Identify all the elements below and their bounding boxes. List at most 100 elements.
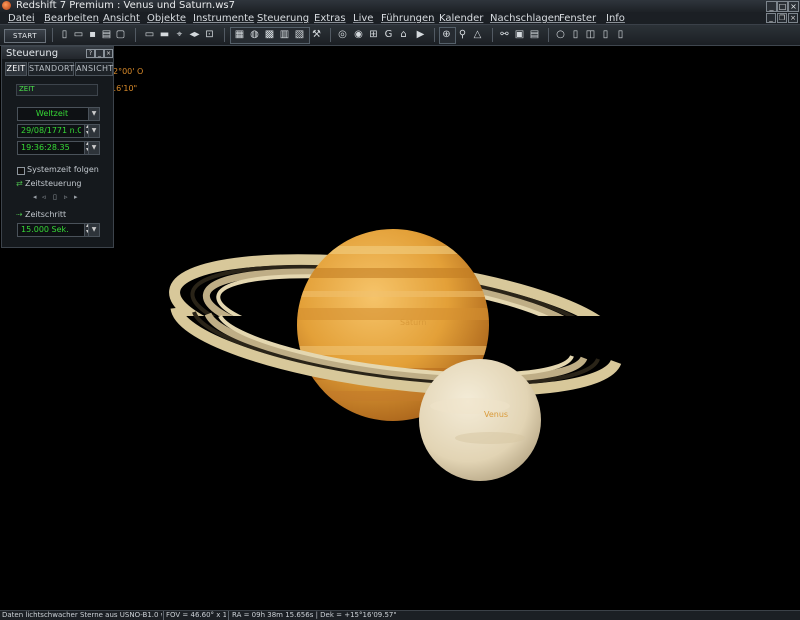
view2-icon[interactable]: ◍ [248,28,261,41]
toolbar-separator [330,28,331,42]
export-icon[interactable]: ▢ [114,28,127,41]
constellation-icon[interactable]: △ [471,28,484,41]
time-control-icon: ⇄ [16,179,23,188]
coordinate-text-2: 16'10" [111,84,138,93]
view5-icon[interactable]: ▧ [293,28,306,41]
step-back-icon[interactable]: ◃ [42,193,48,201]
time-mode-chip[interactable]: ZEIT [16,84,98,96]
menu-objekte[interactable]: Objekte [147,13,186,24]
coordinate-text-1: 2°00' O [113,67,144,76]
close-button[interactable]: × [788,1,799,12]
pause-icon[interactable]: ▯ [53,193,59,201]
fit-icon[interactable]: ⌖ [173,28,186,41]
new-file-icon[interactable]: ▯ [58,28,71,41]
menu-fenster[interactable]: Fenster [559,13,596,24]
time-value: 19:36:28.35 [21,143,70,152]
menu-info[interactable]: Info [606,13,625,24]
tab-ansicht[interactable]: ANSICHT [75,62,113,76]
circle-icon[interactable]: ○ [554,28,567,41]
menu-datei[interactable]: Datei [8,13,35,24]
saturn-label[interactable]: Saturn [400,318,426,327]
screen-icon[interactable]: ▭ [143,28,156,41]
panel-minimize-button[interactable]: _ [95,49,104,58]
panel-help-button[interactable]: ? [86,49,95,58]
menu-instrumente[interactable]: Instrumente [193,13,254,24]
date-field[interactable]: 29/08/1771 n.Chr. ▼ [17,123,100,138]
orbit-icon[interactable]: ◉ [352,28,365,41]
doc3-icon[interactable]: ▯ [599,28,612,41]
tab-zeit[interactable]: ZEIT [5,62,27,76]
screen2-icon[interactable]: ▤ [528,28,541,41]
doc4-icon[interactable]: ▯ [614,28,627,41]
menu-fuehrungen[interactable]: Führungen [381,13,435,24]
panel-close-button[interactable]: × [104,49,113,58]
app-logo-icon[interactable] [2,1,11,10]
maximize-button[interactable]: □ [777,1,788,12]
chevron-down-icon[interactable]: ▼ [88,108,99,120]
chevron-down-icon[interactable]: ▼ [88,125,99,137]
chevron-down-icon[interactable]: ▼ [88,142,99,154]
menu-extras[interactable]: Extras [314,13,346,24]
menu-ansicht[interactable]: Ansicht [103,13,140,24]
toolbar-separator [548,28,549,42]
link-icon[interactable]: ⚯ [498,28,511,41]
mdi-close-button[interactable]: × [788,13,798,23]
step-forward-icon[interactable]: ▹ [64,193,70,201]
toolbar-separator [52,28,53,42]
toolbar-separator [492,28,493,42]
time-field[interactable]: 19:36:28.35 ▼ [17,140,100,155]
menu-nachschlagen[interactable]: Nachschlagen [490,13,560,24]
window-icon[interactable]: ▬ [158,28,171,41]
doc2-icon[interactable]: ◫ [584,28,597,41]
compass-icon[interactable]: ◎ [336,28,349,41]
view1-icon[interactable]: ▦ [233,28,246,41]
toolbar: START ▯ ▭ ▪ ▤ ▢ ▭ ▬ ⌖ ◂▸ ⊡ ▦ ◍ ▩ ▥ ▧ ⚒ ◎… [0,25,800,46]
tool-icon[interactable]: ⚒ [310,28,323,41]
venus-label[interactable]: Venus [484,410,508,419]
step-icon: ⇢ [16,210,23,219]
tab-standort[interactable]: STANDORT [28,62,74,76]
timezone-select[interactable]: Weltzeit ▼ [17,107,100,121]
panel-title-bar[interactable]: Steuerung ? _ × [2,47,113,59]
start-button[interactable]: START [4,29,46,43]
save-icon[interactable]: ▪ [86,28,99,41]
target-icon[interactable]: ⊕ [440,28,453,41]
view4-icon[interactable]: ▥ [278,28,291,41]
menu-live[interactable]: Live [353,13,373,24]
toolbar-separator [434,28,435,42]
control-panel: Steuerung ? _ × ZEIT STANDORT ANSICHT ZE… [1,46,114,248]
time-control-label: Zeitsteuerung [25,179,82,188]
step-field[interactable]: 15.000 Sek. ▼ [17,222,100,237]
window-title: Redshift 7 Premium : Venus und Saturn.ws… [16,0,235,11]
date-value: 29/08/1771 n.Chr. [21,126,81,135]
system-time-label: Systemzeit folgen [27,165,99,174]
zoom-box-icon[interactable]: ⊡ [203,28,216,41]
system-time-checkbox[interactable] [17,167,25,175]
mdi-minimize-button[interactable]: _ [766,13,776,23]
time-mode-label: ZEIT [19,85,35,93]
frame-icon[interactable]: ⊞ [367,28,380,41]
picture-icon[interactable]: ▣ [513,28,526,41]
arrows-icon[interactable]: ◂▸ [188,28,201,41]
print-icon[interactable]: ▤ [100,28,113,41]
play-icon[interactable]: ▶ [414,28,427,41]
open-file-icon[interactable]: ▭ [72,28,85,41]
menu-steuerung[interactable]: Steuerung [257,13,309,24]
sky-view[interactable] [0,46,800,610]
fast-forward-icon[interactable]: ▸ [74,193,80,201]
step-value: 15.000 Sek. [21,225,69,234]
menu-kalender[interactable]: Kalender [439,13,483,24]
rewind-icon[interactable]: ◂ [33,193,39,201]
doc1-icon[interactable]: ▯ [569,28,582,41]
venus-planet[interactable] [419,359,541,481]
toolbar-separator [224,28,225,42]
mdi-restore-button[interactable]: ❐ [777,13,787,23]
menu-bearbeiten[interactable]: Bearbeiten [44,13,99,24]
view3-icon[interactable]: ▩ [263,28,276,41]
magnifier-icon[interactable]: ⚲ [456,28,469,41]
home-icon[interactable]: ⌂ [397,28,410,41]
minimize-button[interactable]: _ [766,1,777,12]
chevron-down-icon[interactable]: ▼ [88,224,99,236]
menu-bar: Datei Bearbeiten Ansicht Objekte Instrum… [0,12,800,25]
globe-icon[interactable]: G [382,28,395,41]
